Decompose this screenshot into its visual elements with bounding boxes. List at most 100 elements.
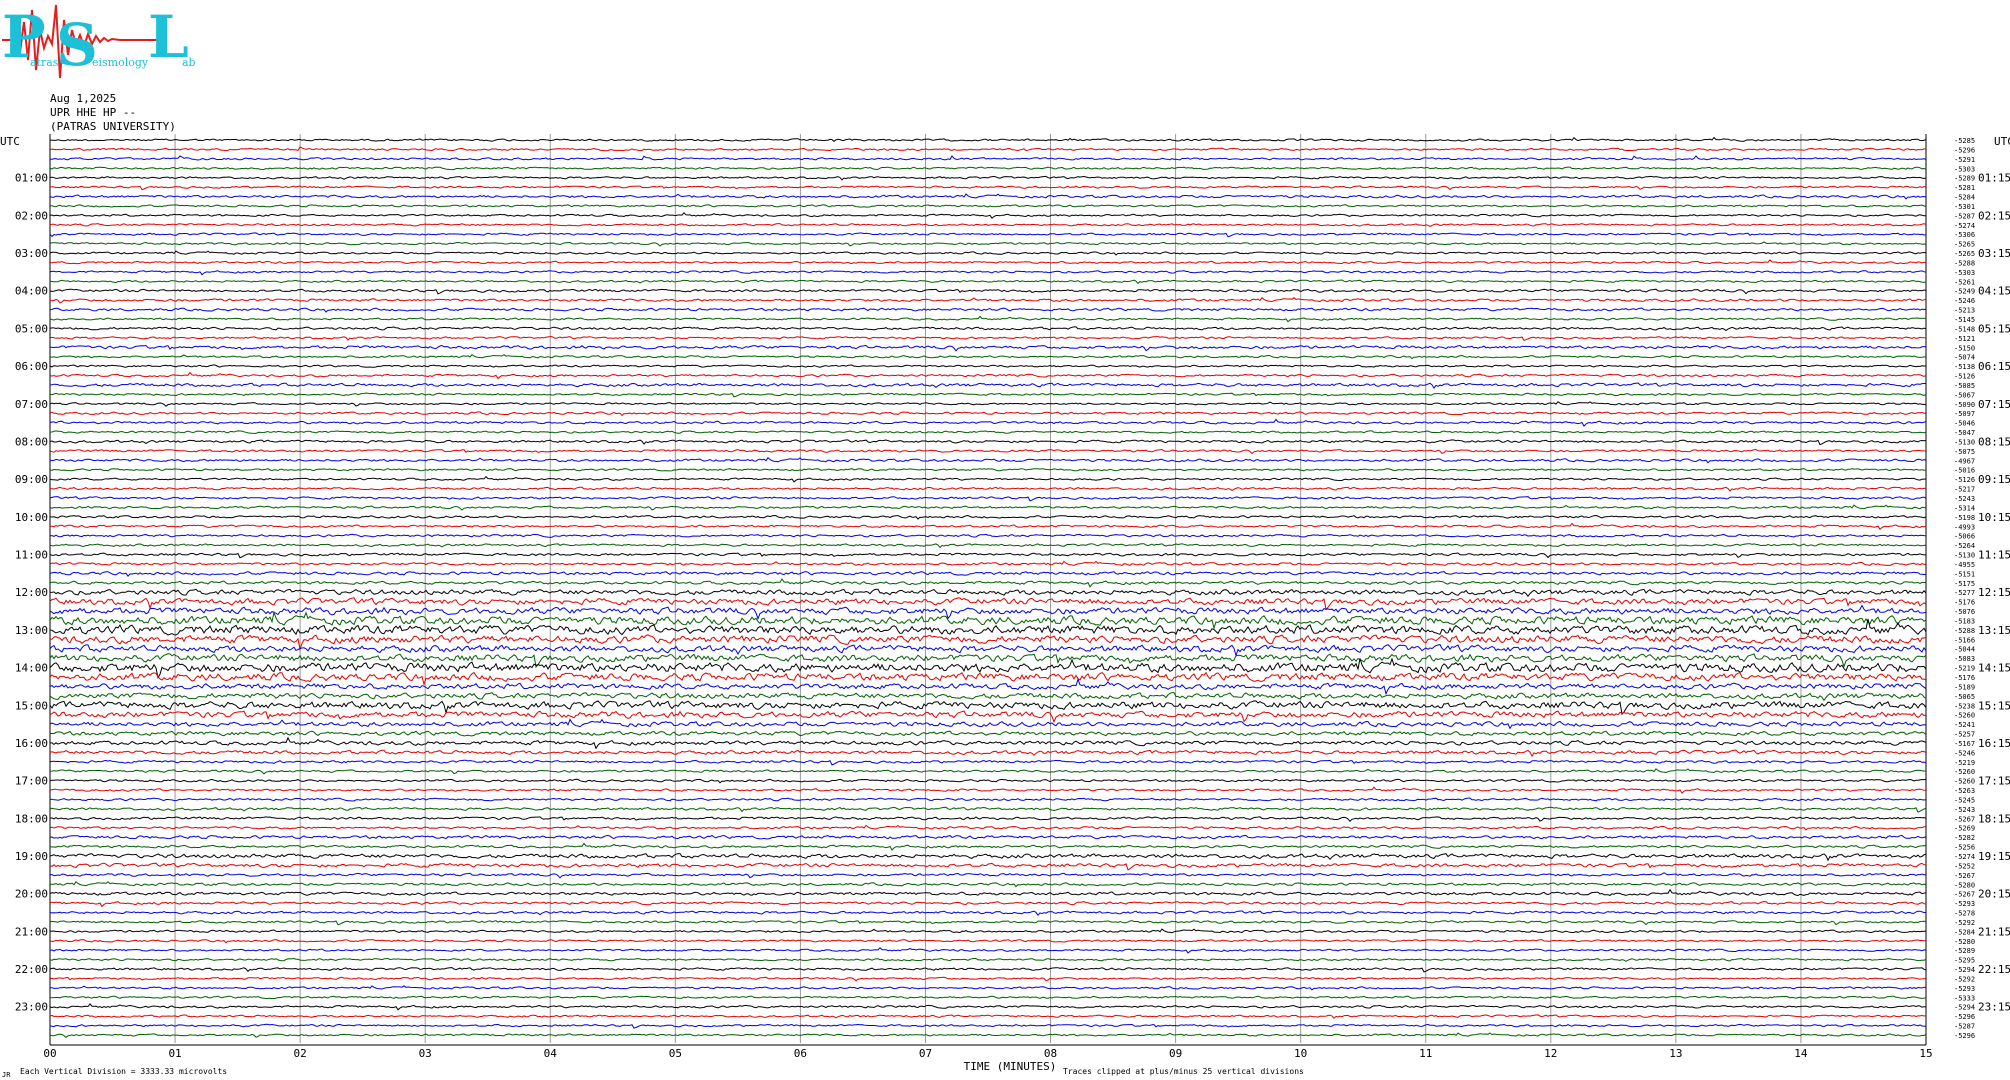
trace-line: [49, 560, 1927, 567]
utc-label-left: UTC: [0, 135, 20, 148]
trace-offset-label: -5243: [1954, 495, 1975, 503]
hour-label-right: 01:15: [1978, 172, 2010, 185]
trace-line: [49, 475, 1927, 483]
hour-label-right: 13:15: [1978, 624, 2010, 637]
hour-label-left: 21:00: [15, 925, 48, 938]
trace-line: [49, 336, 1927, 342]
trace-offset-label: -5292: [1954, 919, 1975, 927]
hour-label-left: 23:00: [15, 1001, 48, 1014]
trace-line: [49, 204, 1927, 208]
trace-offset-label: -5301: [1954, 203, 1975, 211]
trace-offset-label: -5138: [1954, 363, 1975, 371]
trace-line: [49, 439, 1927, 446]
hour-label-right: 19:15: [1978, 850, 2010, 863]
hour-label-right: 21:15: [1978, 925, 2010, 938]
trace-offset-label: -5285: [1954, 137, 1975, 145]
trace-line: [49, 853, 1927, 862]
trace-line: [49, 457, 1927, 464]
hour-label-right: 23:15: [1978, 1001, 2010, 1014]
trace-line: [49, 797, 1927, 802]
x-tick-label: 01: [168, 1047, 181, 1060]
trace-line: [49, 1023, 1927, 1029]
hour-label-right: 16:15: [1978, 737, 2010, 750]
trace-offset-label: -5198: [1954, 514, 1975, 522]
trace-line: [49, 1032, 1927, 1039]
x-tick-label: 11: [1419, 1047, 1432, 1060]
hour-label-right: 02:15: [1978, 209, 2010, 222]
trace-offset-label: -5121: [1954, 335, 1975, 343]
trace-line: [49, 910, 1926, 917]
trace-line: [49, 946, 1927, 954]
trace-line: [49, 411, 1927, 417]
trace-line: [49, 995, 1927, 1000]
trace-line: [49, 296, 1927, 304]
hour-label-right: 12:15: [1978, 586, 2010, 599]
trace-offset-label: -5277: [1954, 589, 1975, 597]
trace-line: [49, 371, 1927, 380]
trace-line: [49, 307, 1927, 313]
x-tick-label: 00: [43, 1047, 56, 1060]
hour-label-right: 15:15: [1978, 699, 2010, 712]
hour-label-left: 14:00: [15, 662, 48, 675]
trace-line: [49, 223, 1927, 227]
trace-offset-label: -5293: [1954, 900, 1975, 908]
trace-line: [49, 514, 1927, 520]
trace-offset-label: -5241: [1954, 721, 1975, 729]
trace-offset-label: -5183: [1954, 617, 1975, 625]
hour-label-left: 17:00: [15, 775, 48, 788]
hour-label-left: 13:00: [15, 624, 48, 637]
clip-note: Traces clipped at plus/minus 25 vertical…: [1063, 1067, 1304, 1076]
trace-line: [49, 710, 1927, 724]
trace-line: [49, 778, 1927, 784]
trace-offset-label: -5287: [1954, 1023, 1975, 1031]
hour-label-left: 08:00: [15, 435, 48, 448]
trace-offset-label: -5289: [1954, 947, 1975, 955]
hour-label-right: 04:15: [1978, 285, 2010, 298]
x-tick-label: 03: [419, 1047, 432, 1060]
trace-offset-label: -5287: [1954, 212, 1975, 220]
x-tick-label: 07: [919, 1047, 932, 1060]
hour-label-right: 22:15: [1978, 963, 2010, 976]
x-tick-label: 12: [1544, 1047, 1557, 1060]
trace-line: [49, 241, 1927, 247]
trace-offset-label: -5314: [1954, 504, 1975, 512]
trace-offset-label: -4993: [1954, 523, 1975, 531]
trace-line: [49, 146, 1926, 152]
trace-offset-label: -5130: [1954, 552, 1975, 560]
trace-line: [49, 939, 1927, 944]
trace-offset-label: -5066: [1954, 533, 1975, 541]
trace-offset-label: -5280: [1954, 938, 1975, 946]
hour-label-left: 02:00: [15, 209, 48, 222]
trace-line: [49, 315, 1927, 323]
trace-line: [49, 571, 1926, 578]
trace-line: [49, 928, 1927, 934]
trace-offset-label: -5097: [1954, 410, 1975, 418]
trace-offset-label: -5257: [1954, 731, 1975, 739]
trace-line: [49, 232, 1927, 238]
trace-offset-label: -5274: [1954, 222, 1975, 230]
hour-label-right: 14:15: [1978, 662, 2010, 675]
trace-offset-label: -5265: [1954, 250, 1975, 258]
trace-offset-label: -5076: [1954, 608, 1975, 616]
trace-offset-label: -4955: [1954, 561, 1975, 569]
trace-offset-label: -5303: [1954, 165, 1975, 173]
trace-offset-label: -4967: [1954, 457, 1975, 465]
trace-line: [49, 888, 1927, 897]
trace-line: [49, 786, 1927, 794]
hour-label-right: 07:15: [1978, 398, 2010, 411]
trace-line: [49, 768, 1927, 775]
x-tick-label: 13: [1669, 1047, 1682, 1060]
trace-line: [49, 496, 1927, 502]
trace-line: [50, 344, 1926, 352]
trace-offset-label: -5296: [1954, 146, 1975, 154]
hour-label-left: 15:00: [15, 699, 48, 712]
trace-line: [49, 250, 1926, 256]
trace-line: [49, 259, 1927, 265]
trace-line: [49, 692, 1927, 702]
trace-line: [49, 862, 1927, 871]
trace-offset-label: -5245: [1954, 796, 1975, 804]
trace-line: [49, 718, 1927, 730]
hour-label-left: 07:00: [15, 398, 48, 411]
trace-offset-label: -5274: [1954, 853, 1975, 861]
trace-offset-label: -5016: [1954, 467, 1975, 475]
